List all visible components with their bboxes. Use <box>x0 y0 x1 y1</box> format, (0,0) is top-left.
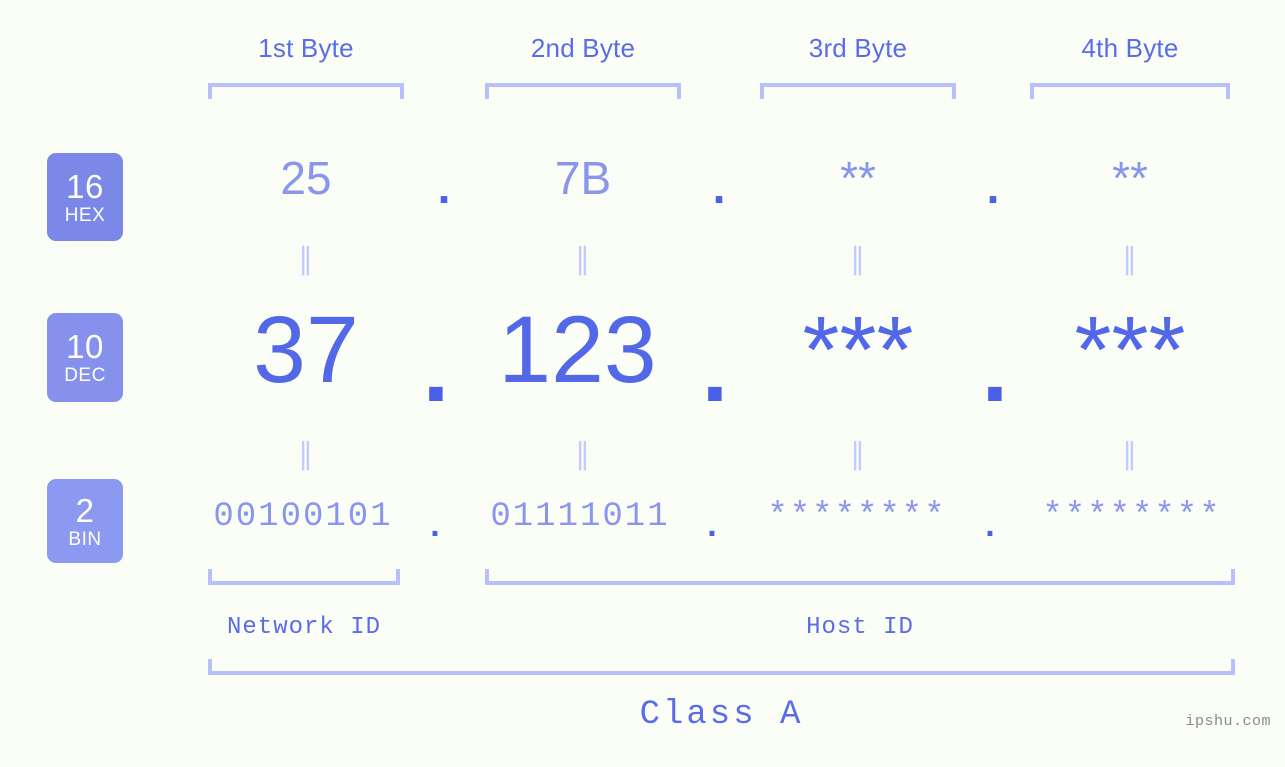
equals-separator-hex-dec-3: ∥ <box>850 243 866 276</box>
radix-badge-dec-number: 10 <box>66 328 104 365</box>
class-bracket <box>208 659 1235 675</box>
site-watermark: ipshu.com <box>1185 713 1271 730</box>
byte-bracket-3 <box>760 83 956 99</box>
radix-badge-hex-number: 16 <box>66 167 104 205</box>
dec-value-1: 37 <box>253 297 359 403</box>
bin-value-2: 01111011 <box>490 498 670 536</box>
equals-separator-hex-dec-1: ∥ <box>298 243 314 276</box>
bin-value-4: ******** <box>1042 498 1222 536</box>
host-id-label: Host ID <box>806 614 914 641</box>
hex-dot-2: . <box>712 161 726 213</box>
dec-value-3: *** <box>802 297 914 403</box>
radix-badge-bin-number: 2 <box>75 491 95 529</box>
byte-header-4: 4th Byte <box>1081 33 1179 63</box>
equals-separator-hex-dec-2: ∥ <box>575 243 591 276</box>
byte-bracket-2 <box>485 83 681 99</box>
equals-separator-dec-bin-3: ∥ <box>850 438 866 471</box>
dec-value-4: *** <box>1074 297 1186 403</box>
equals-separator-dec-bin-4: ∥ <box>1122 438 1138 471</box>
bin-dot-3: . <box>985 506 995 544</box>
equals-separator-hex-dec-4: ∥ <box>1122 243 1138 276</box>
hex-value-2: 7B <box>554 152 612 204</box>
radix-badge-bin-abbr: BIN <box>68 528 102 550</box>
byte-header-2: 2nd Byte <box>530 33 636 63</box>
dec-dot-2: . <box>701 316 729 422</box>
radix-badge-hex-abbr: HEX <box>64 204 106 226</box>
dec-value-2: 123 <box>498 297 657 403</box>
hex-value-4: ** <box>1112 152 1148 204</box>
host-id-bracket <box>485 569 1235 585</box>
dec-dot-1: . <box>422 316 450 422</box>
radix-badge-bin: 2 BIN <box>47 479 123 563</box>
byte-bracket-1 <box>208 83 404 99</box>
hex-value-1: 25 <box>280 152 332 204</box>
equals-separator-dec-bin-1: ∥ <box>298 438 314 471</box>
byte-bracket-4 <box>1030 83 1230 99</box>
ip-byte-breakdown-diagram: 1st Byte 2nd Byte 3rd Byte 4th Byte 16 H… <box>0 0 1285 767</box>
bin-dot-2: . <box>707 506 717 544</box>
hex-dot-3: . <box>986 161 1000 213</box>
bin-value-3: ******** <box>767 498 947 536</box>
dec-dot-3: . <box>981 316 1009 422</box>
class-label: Class A <box>639 696 804 734</box>
radix-badge-dec-abbr: DEC <box>64 365 106 386</box>
byte-header-3: 3rd Byte <box>808 33 908 63</box>
equals-separator-dec-bin-2: ∥ <box>575 438 591 471</box>
byte-header-1: 1st Byte <box>258 33 354 63</box>
bin-dot-1: . <box>430 506 440 544</box>
hex-value-3: ** <box>840 152 876 204</box>
radix-badge-dec: 10 DEC <box>47 313 123 402</box>
hex-dot-1: . <box>437 161 451 213</box>
network-id-label: Network ID <box>226 614 382 641</box>
network-id-bracket <box>208 569 400 585</box>
radix-badge-hex: 16 HEX <box>47 153 123 241</box>
bin-value-1: 00100101 <box>213 498 393 536</box>
